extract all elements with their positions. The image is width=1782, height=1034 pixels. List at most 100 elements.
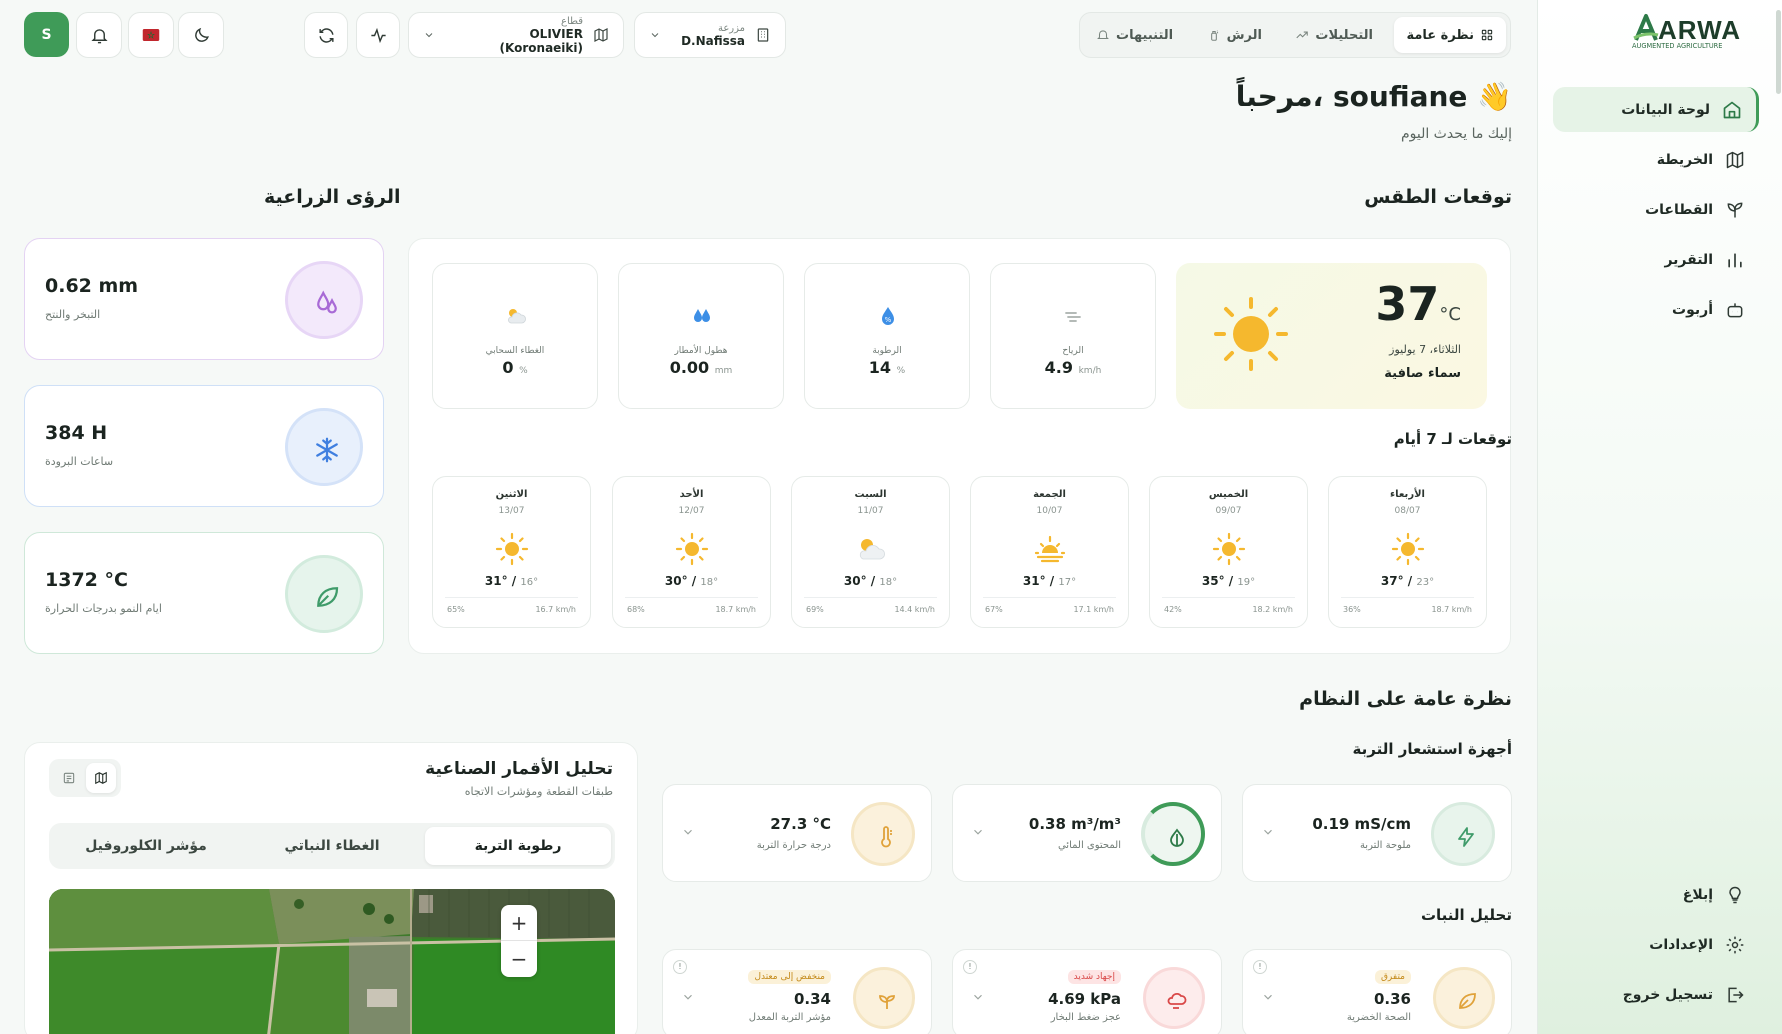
forecast-day: الخميس — [1208, 489, 1249, 500]
info-icon[interactable]: ! — [673, 960, 687, 974]
sun-icon — [495, 532, 529, 566]
chevron-down-icon — [425, 33, 433, 38]
temp-unit: °C — [1439, 304, 1461, 325]
satellite-title: تحليل الأقمار الصناعية — [425, 759, 613, 779]
forecast-date: 11/07 — [857, 506, 884, 516]
divider — [804, 597, 937, 598]
humidity-icon: % — [882, 307, 894, 325]
evapotranspiration-card[interactable]: 0.62 mm التبخر والنتح — [24, 238, 384, 360]
zoom-out-button[interactable]: − — [501, 941, 537, 977]
map-zoom-controls: + − — [501, 905, 537, 977]
soil-salinity-card[interactable]: 0.19 mS/cm ملوحة التربة — [1242, 784, 1512, 882]
plant-icon-circle — [1433, 967, 1495, 1029]
language-button[interactable] — [128, 12, 174, 58]
forecast-temps: 30° / 18° — [664, 574, 719, 588]
sidebar-item-report[interactable]: التقرير — [1553, 237, 1759, 282]
moon-icon — [194, 27, 209, 42]
forecast-temps: 30° / 18° — [843, 574, 898, 588]
avatar[interactable]: S — [24, 12, 69, 57]
sidebar-item-label: القطاعات — [1645, 201, 1713, 218]
sensor-value: 0.19 mS/cm — [1312, 815, 1411, 833]
info-icon[interactable]: ! — [963, 960, 977, 974]
list-icon — [63, 772, 75, 784]
bell-icon — [90, 28, 108, 43]
notifications-button[interactable] — [76, 12, 122, 58]
chevron-down-icon — [684, 829, 692, 835]
wind-cloud-icon — [1167, 993, 1187, 1009]
chill-hours-card[interactable]: 384 H ساعات البرودة — [24, 385, 384, 507]
bolt-icon — [1458, 827, 1474, 847]
growing-degree-days-card[interactable]: 1372 °C ايام النمو بدرجات الحرارة — [24, 532, 384, 654]
cloud-sun-icon — [859, 539, 885, 560]
tab-overview[interactable]: نظرة عامة — [1394, 17, 1506, 53]
forecast-day-card: السبت 11/07 30° / 18° 69% 14.4 km/h — [791, 476, 950, 628]
soil-temperature-card[interactable]: 27.3 °C درجة حرارة التربة — [662, 784, 932, 882]
segment-vegetation[interactable]: الغطاء النباتي — [239, 827, 425, 865]
vegetation-health-card[interactable]: ! متفرق 0.36 الصحة الخضرية — [1242, 949, 1512, 1034]
metric-label: الغطاء السحابي — [485, 346, 545, 356]
sidebar-item-sectors[interactable]: القطاعات — [1553, 187, 1759, 232]
logout-icon — [1728, 987, 1744, 1002]
cloud-sun-icon — [508, 309, 526, 324]
sector-value: OLIVIER (Koronaeiki) — [499, 26, 583, 55]
building-icon — [757, 28, 769, 42]
insight-icon-circle — [285, 261, 363, 339]
satellite-map[interactable]: + − — [49, 889, 615, 1034]
leaf-icon — [1459, 993, 1476, 1009]
segment-chlorophyll[interactable]: مؤشر الكلوروفيل — [53, 827, 239, 865]
vapor-pressure-deficit-card[interactable]: ! إجهاد شديد 4.69 kPa عجز ضغط البخار — [952, 949, 1222, 1034]
avatar-letter: S — [41, 26, 52, 43]
sidebar-item-label: تسجيل خروج — [1622, 986, 1713, 1003]
plant-icon-circle — [1143, 967, 1205, 1029]
farm-selector[interactable]: مزرعة D.Nafissa — [634, 12, 786, 58]
tab-spraying[interactable]: الرش — [1195, 17, 1274, 53]
insights-section-title: الرؤى الزراعية — [264, 186, 401, 208]
forecast-date: 08/07 — [1394, 506, 1421, 516]
sidebar-item-report-issue[interactable]: إبلاغ — [1553, 872, 1759, 917]
sun-icon — [1214, 297, 1288, 371]
info-icon[interactable]: ! — [1253, 960, 1267, 974]
page-subtitle: إليك ما يحدث اليوم — [1400, 126, 1512, 142]
divider — [1162, 597, 1295, 598]
insight-value: 0.62 mm — [45, 275, 139, 297]
status-badge: إجهاد شديد — [1067, 970, 1121, 984]
sidebar-nav: لوحة البيانات الخريطة القطاعات التقرير أ… — [1537, 0, 1782, 1034]
forecast-temps: 37° / 23° — [1380, 574, 1435, 588]
theme-toggle-button[interactable] — [178, 12, 224, 58]
map-view-button[interactable] — [86, 763, 116, 793]
metric-label: الرياح — [1062, 346, 1084, 356]
sidebar-item-settings[interactable]: الإعدادات — [1553, 922, 1759, 967]
sprout-icon — [1727, 202, 1743, 217]
wind-metric-card: الرياح 4.9 km/h — [990, 263, 1156, 409]
sensor-icon-circle — [1431, 802, 1495, 866]
precipitation-metric-card: هطول الأمطار 0.00 mm — [618, 263, 784, 409]
list-view-button[interactable] — [54, 763, 84, 793]
soil-adjusted-index-card[interactable]: ! منخفض إلى معتدل 0.34 مؤشر التربة المعد… — [662, 949, 932, 1034]
soil-water-content-card[interactable]: 0.38 m³/m³ المحتوى المائي — [952, 784, 1222, 882]
zoom-in-button[interactable]: + — [501, 905, 537, 941]
wind-icon — [1065, 312, 1081, 322]
sector-selector[interactable]: قطاع OLIVIER (Koronaeiki) — [408, 12, 624, 58]
refresh-button[interactable] — [304, 12, 348, 58]
sidebar-item-label: أربوت — [1672, 301, 1713, 318]
activity-button[interactable] — [356, 12, 400, 58]
current-date: الثلاثاء، 7 يوليوز — [1389, 343, 1461, 356]
sensor-icon-circle — [1141, 802, 1205, 866]
sidebar-item-dashboard[interactable]: لوحة البيانات — [1553, 87, 1759, 132]
tab-alerts[interactable]: التنبيهات — [1084, 17, 1185, 53]
tab-analytics[interactable]: التحليلات — [1283, 17, 1385, 53]
sidebar-item-logout[interactable]: تسجيل خروج — [1553, 972, 1759, 1017]
metric-value: 14 % — [868, 358, 906, 377]
sensor-value: 27.3 °C — [770, 815, 831, 833]
divider — [983, 597, 1116, 598]
farm-value: D.Nafissa — [681, 33, 745, 48]
forecast-day-card: الأربعاء 08/07 37° / 23° 36% 18.7 km/h — [1328, 476, 1487, 628]
sunset-icon — [1034, 535, 1066, 563]
sidebar-item-map[interactable]: الخريطة — [1553, 137, 1759, 182]
plant-value: 0.34 — [793, 990, 831, 1008]
trend-icon — [1296, 31, 1309, 39]
sidebar-item-bot[interactable]: أربوت — [1553, 287, 1759, 332]
bot-icon — [1727, 302, 1743, 317]
home-icon — [1723, 101, 1741, 118]
segment-soil-moisture[interactable]: رطوبة التربة — [425, 827, 611, 865]
